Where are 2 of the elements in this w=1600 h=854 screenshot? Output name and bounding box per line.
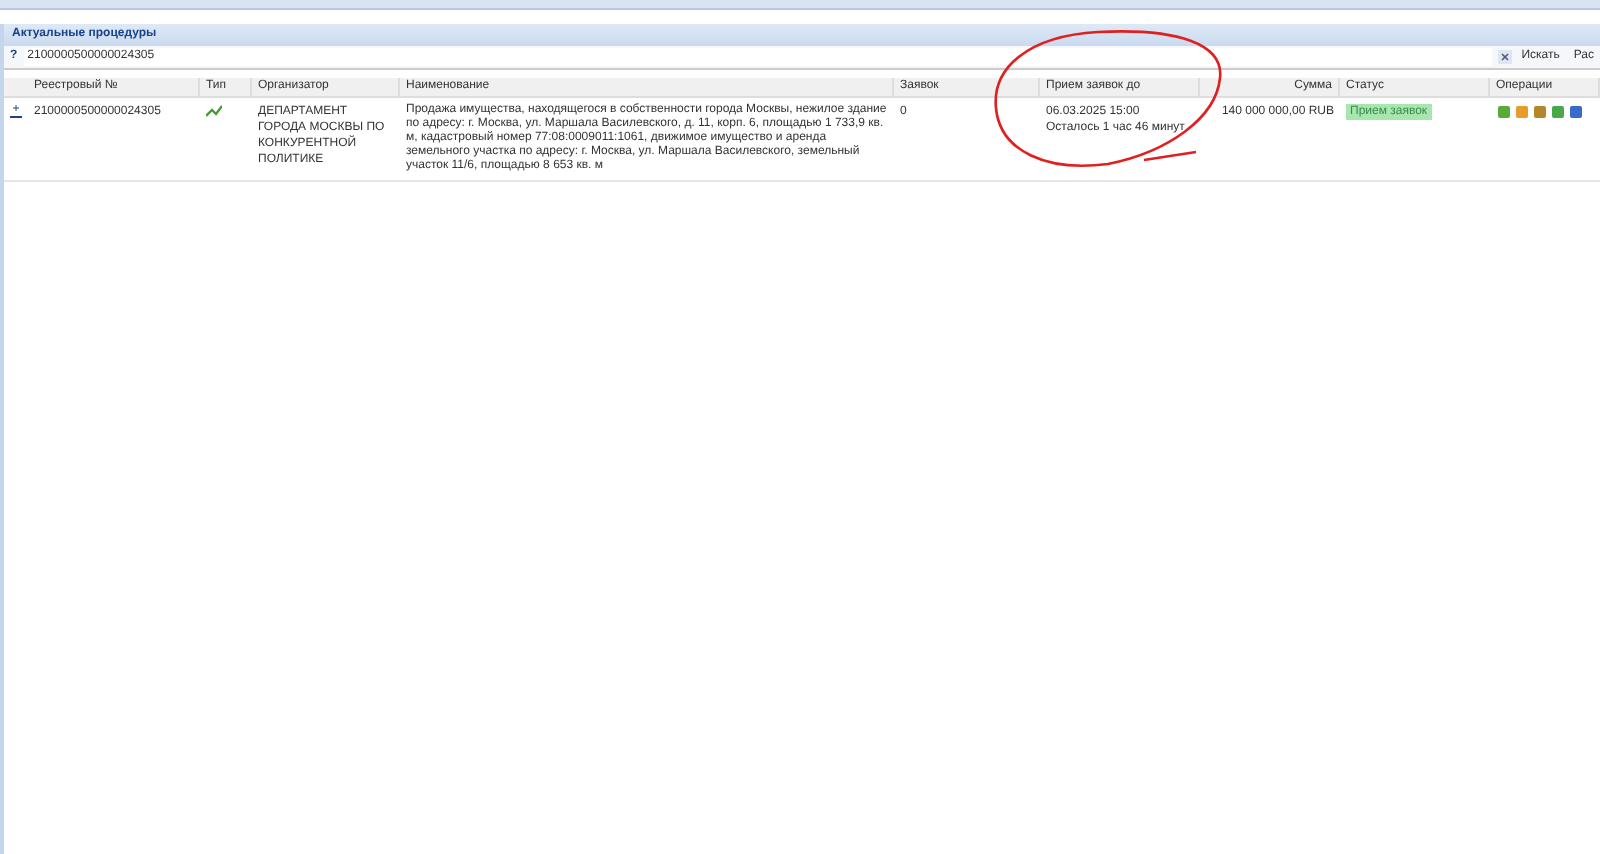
- clear-icon[interactable]: [1497, 50, 1512, 64]
- route-icon: [206, 104, 222, 118]
